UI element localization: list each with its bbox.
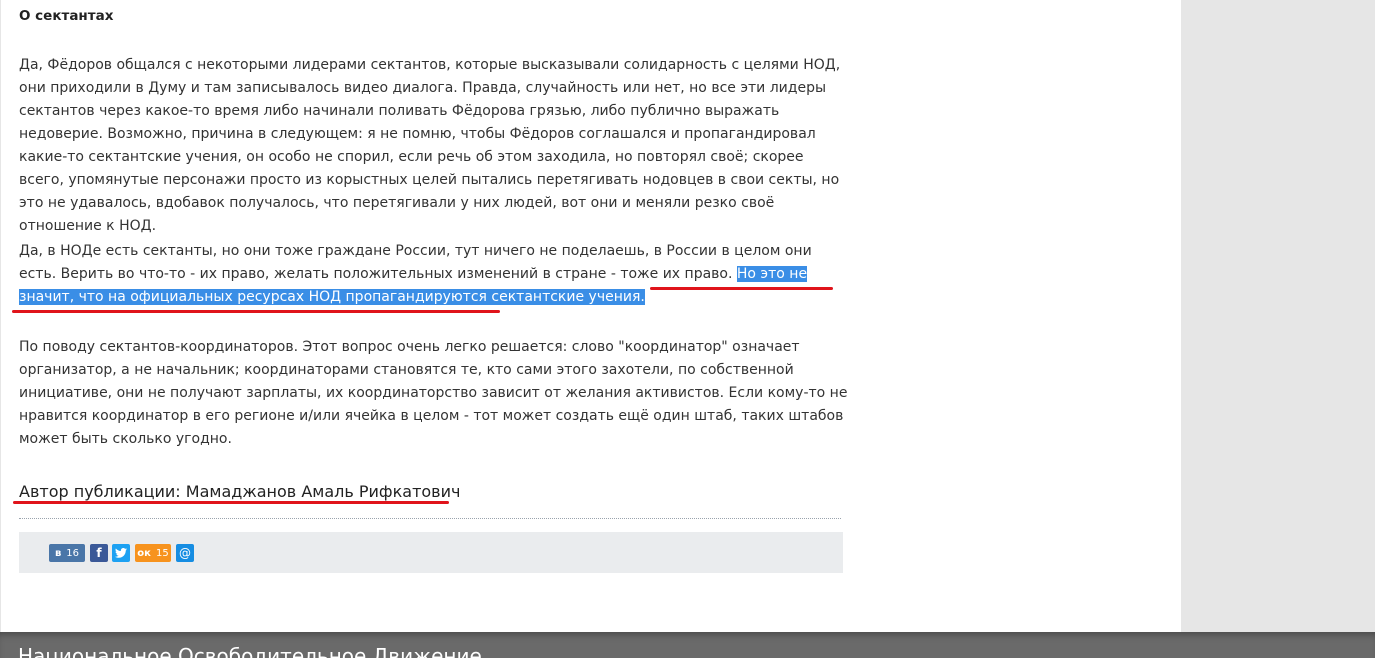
mail-icon: @ [179, 546, 191, 560]
odnoklassniki-share-count: 15 [155, 547, 169, 559]
vk-share-count: 16 [66, 547, 80, 559]
site-footer: Национальное Освободительное Движение [0, 632, 1375, 658]
share-bar: в 16 f ок 15 @ [19, 532, 843, 573]
facebook-share-button[interactable]: f [90, 544, 108, 562]
article-content: О сектантах Да, Фёдоров общался с некото… [0, 0, 1181, 632]
paragraph-2-text: Да, в НОДе есть сектанты, но они тоже гр… [19, 243, 812, 282]
paragraph-2: Да, в НОДе есть сектанты, но они тоже гр… [19, 240, 849, 309]
facebook-icon: f [96, 546, 102, 560]
odnoklassniki-icon: ок [137, 547, 151, 559]
author-line: Автор публикации: Мамаджанов Амаль Рифка… [19, 482, 461, 501]
mail-share-button[interactable]: @ [176, 544, 194, 562]
twitter-icon [115, 548, 127, 558]
divider [19, 518, 841, 519]
odnoklassniki-share-button[interactable]: ок 15 [135, 544, 171, 562]
right-gutter [1181, 0, 1375, 632]
red-underline [13, 501, 449, 504]
vk-icon: в [54, 547, 62, 559]
paragraph-3: По поводу сектантов-координаторов. Этот … [19, 339, 848, 447]
twitter-share-button[interactable] [112, 544, 130, 562]
section-title: О сектантах [19, 8, 114, 24]
paragraph-1: Да, Фёдоров общался с некоторыми лидерам… [19, 57, 841, 234]
red-underline [650, 287, 833, 290]
vk-share-button[interactable]: в 16 [49, 544, 85, 562]
red-underline [12, 310, 500, 313]
footer-title: Национальное Освободительное Движение [18, 644, 482, 658]
